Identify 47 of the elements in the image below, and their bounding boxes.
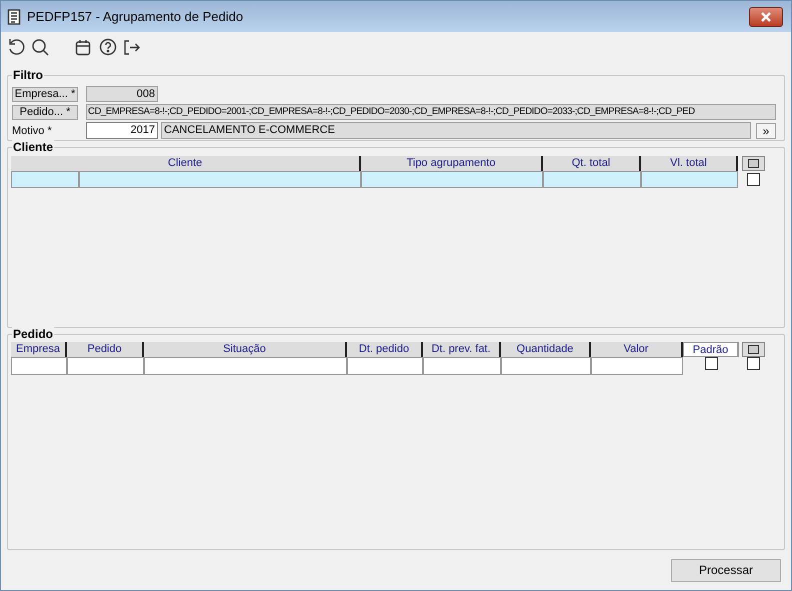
table-cell[interactable]	[543, 171, 641, 188]
motivo-code-field[interactable]: 2017	[86, 122, 158, 139]
pedido-lookup-button[interactable]: Pedido... *	[12, 104, 78, 120]
pedido-field[interactable]: CD_EMPRESA=8-!-;CD_PEDIDO=2001-;CD_EMPRESA=8-!-;CD_PEDIDO=2030-;CD_EMPRESA=8-!-;CD_PEDIDO=2033-;CD_EMPRESA=8-!-;CD_PED	[86, 104, 776, 120]
window-title: PEDFP157 - Agrupamento de Pedido	[27, 8, 244, 26]
table-cell[interactable]	[501, 357, 591, 375]
process-button[interactable]: Processar	[671, 558, 781, 582]
select-all-header[interactable]	[742, 156, 765, 171]
document-icon[interactable]	[7, 8, 21, 24]
column-header[interactable]: Empresa	[11, 342, 67, 357]
table-cell[interactable]	[11, 171, 79, 188]
table-cell[interactable]	[591, 357, 683, 375]
table-cell[interactable]	[641, 171, 738, 188]
table-cell[interactable]	[361, 171, 543, 188]
empresa-lookup-button[interactable]: Empresa... *	[12, 86, 78, 102]
padrao-checkbox[interactable]	[704, 357, 718, 370]
column-header[interactable]: Tipo agrupamento	[361, 156, 543, 171]
column-header[interactable]: Dt. pedido	[347, 342, 423, 357]
motivo-description-field[interactable]: CANCELAMENTO E-COMMERCE	[161, 122, 751, 139]
help-icon[interactable]	[99, 38, 117, 56]
column-header[interactable]: Padrão	[683, 342, 739, 357]
column-header[interactable]: Situação	[144, 342, 347, 357]
table-cell[interactable]	[144, 357, 347, 375]
column-header[interactable]: Pedido	[67, 342, 144, 357]
undo-icon[interactable]	[7, 38, 25, 56]
column-header[interactable]: Quantidade	[501, 342, 591, 357]
column-header[interactable]: Qt. total	[543, 156, 641, 171]
select-all-header[interactable]	[742, 342, 765, 357]
column-header[interactable]: Vl. total	[641, 156, 738, 171]
close-icon	[760, 12, 772, 22]
close-button[interactable]	[749, 6, 783, 26]
table-cell[interactable]	[423, 357, 501, 375]
row-checkbox[interactable]	[747, 173, 760, 186]
exit-icon[interactable]	[123, 38, 140, 56]
calendar-icon[interactable]	[75, 38, 91, 56]
expand-button[interactable]: »	[756, 122, 776, 138]
column-header[interactable]: Cliente	[11, 156, 361, 171]
motivo-label: Motivo *	[12, 124, 53, 138]
table-cell[interactable]	[79, 171, 361, 188]
column-header[interactable]: Valor	[591, 342, 683, 357]
row-checkbox[interactable]	[747, 357, 760, 370]
table-cell[interactable]	[67, 357, 144, 375]
empresa-field[interactable]: 008	[86, 86, 158, 102]
column-header[interactable]: Dt. prev. fat.	[423, 342, 501, 357]
table-cell[interactable]	[347, 357, 423, 375]
table-cell[interactable]	[11, 357, 67, 375]
search-icon[interactable]	[31, 38, 49, 56]
